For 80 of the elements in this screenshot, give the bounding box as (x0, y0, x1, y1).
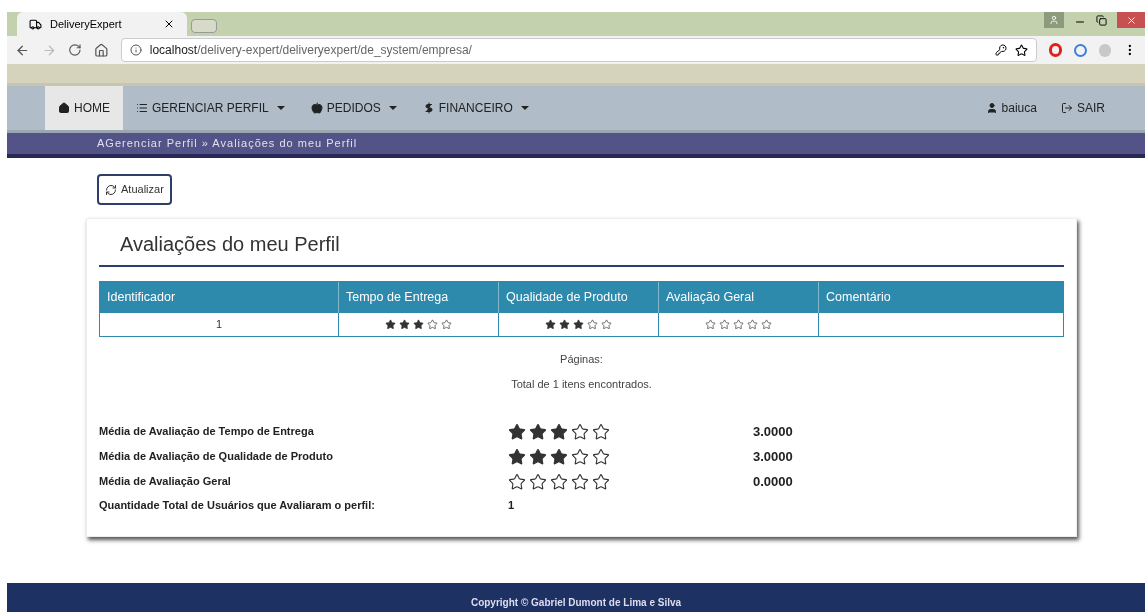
table-cell-text: 1 (214, 317, 224, 333)
refresh-icon (105, 183, 117, 196)
apple-icon (310, 102, 323, 114)
user-menu[interactable]: baiuca (973, 86, 1049, 130)
user-icon (1049, 15, 1059, 25)
star-icon (571, 447, 589, 466)
url-host: localhost (149, 42, 198, 59)
sync-icon[interactable] (1073, 43, 1087, 57)
star-icon (550, 447, 568, 466)
card-title: Avaliações do meu Perfil (120, 233, 340, 255)
star-icon (441, 319, 452, 330)
summary-value: 3.0000 (753, 422, 793, 441)
star-icon (508, 447, 526, 466)
users-label: Quantidade Total de Usuários que Avaliaram o perfil: (99, 498, 376, 513)
star-icon (733, 319, 744, 330)
star-icon (529, 472, 547, 491)
star-icon (559, 319, 570, 330)
bookmark-star-icon[interactable] (1014, 43, 1028, 57)
info-icon (129, 44, 142, 56)
star-icon (573, 319, 584, 330)
column-header: Tempo de Entrega (338, 282, 498, 313)
users-count: 1 (508, 498, 515, 513)
nav-item[interactable]: HOME (45, 86, 123, 130)
total-label: Total de 1 itens encontrados. (511, 376, 652, 392)
restore-icon[interactable] (1096, 15, 1107, 26)
copyright: Copyright © Gabriel Dumont de Lima e Silva (470, 596, 682, 610)
dollar-icon (422, 102, 435, 114)
tab-title: DeliveryExpert (50, 16, 123, 32)
star-icon (719, 319, 730, 330)
list-icon (136, 102, 148, 114)
star-icon (550, 422, 568, 441)
breadcrumb: AGerenciar Perfil » Avaliações do meu Perfil (97, 136, 358, 152)
summary-label: Média de Avaliação de Qualidade de Produto (99, 449, 334, 465)
star-icon (587, 319, 598, 330)
star-icon (427, 319, 438, 330)
column-header: Comentário (818, 282, 1063, 313)
star-icon (385, 319, 396, 330)
nav-item[interactable]: FINANCEIRO (409, 86, 542, 130)
star-icon (592, 472, 610, 491)
star-icon (545, 319, 556, 330)
url-path: /delivery-expert/deliveryexpert/de_system/empresa/ (197, 42, 473, 59)
summary-value: 3.0000 (753, 447, 793, 466)
star-icon (550, 472, 568, 491)
star-icon (508, 472, 526, 491)
star-icon (529, 447, 547, 466)
nav-item[interactable]: PEDIDOS (297, 86, 410, 130)
star-icon (413, 319, 424, 330)
star-icon (601, 319, 612, 330)
summary-label: Média de Avaliação de Tempo de Entrega (99, 424, 315, 440)
home-icon (58, 102, 70, 114)
home-icon[interactable] (94, 42, 109, 58)
key-icon[interactable] (994, 44, 1007, 56)
close-icon[interactable] (163, 18, 175, 30)
summary-label: Média de Avaliação Geral (99, 474, 232, 490)
star-icon (571, 422, 589, 441)
star-icon (529, 422, 547, 441)
star-icon (705, 319, 716, 330)
star-icon (508, 422, 526, 441)
refresh-button[interactable]: Atualizar (97, 174, 172, 205)
user-icon (985, 102, 998, 114)
opera-icon[interactable] (1048, 43, 1062, 57)
star-icon (747, 319, 758, 330)
pages-label: Páginas: (560, 352, 603, 367)
close-icon (1125, 14, 1137, 26)
summary-value: 0.0000 (753, 472, 793, 491)
browser-tab[interactable]: DeliveryExpert (17, 12, 187, 36)
star-icon (761, 319, 772, 330)
star-icon (592, 422, 610, 441)
nav-item[interactable]: GERENCIAR PERFIL (123, 86, 298, 130)
star-icon (571, 472, 589, 491)
star-icon (399, 319, 410, 330)
truck-icon (29, 17, 42, 31)
reload-icon[interactable] (68, 43, 83, 57)
address-bar[interactable]: localhost/delivery-expert/deliveryexpert/de_system/empresa/ (120, 38, 1037, 62)
logout-icon (1061, 102, 1073, 114)
column-header: Qualidade de Produto (498, 282, 658, 313)
star-icon (592, 447, 610, 466)
column-header: Avaliação Geral (658, 282, 818, 313)
logout-link[interactable]: SAIR (1049, 86, 1117, 130)
column-header: Identificador (106, 289, 177, 307)
